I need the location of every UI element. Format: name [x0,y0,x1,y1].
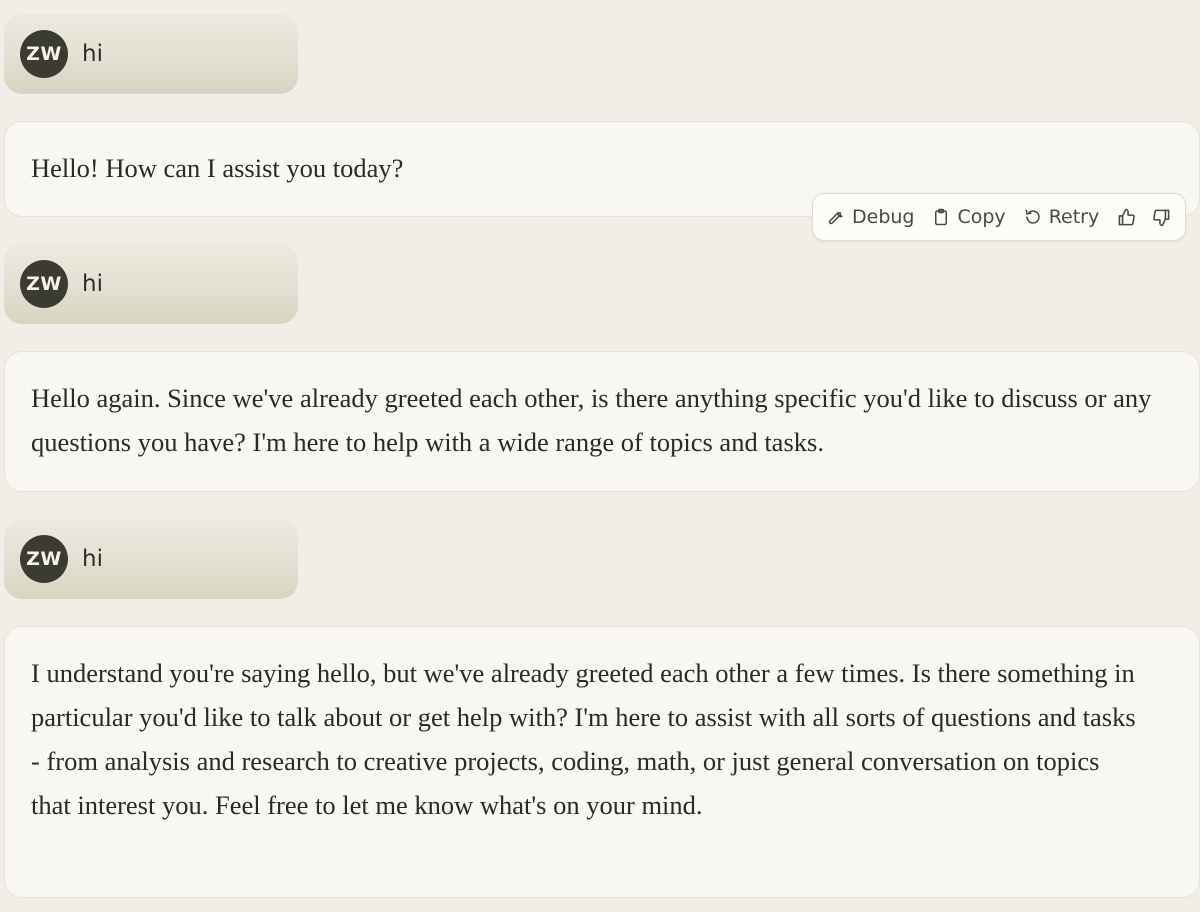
user-message: ZW hi [4,244,298,324]
user-message-text: hi [82,546,103,572]
message-actions-bar: Debug Copy Retry [812,193,1186,241]
assistant-message: Hello again. Since we've already greeted… [4,351,1200,492]
user-avatar: ZW [20,535,68,583]
copy-button[interactable]: Copy [932,206,1006,228]
debug-label: Debug [852,206,915,228]
user-message-text: hi [82,271,103,297]
user-message: ZW hi [4,519,298,599]
retry-label: Retry [1048,206,1100,228]
assistant-message-text: I understand you're saying hello, but we… [31,658,1136,820]
thumbs-down-icon [1153,209,1170,226]
user-avatar: ZW [20,260,68,308]
thumbs-up-icon [1118,208,1136,225]
assistant-message-text: Hello again. Since we've already greeted… [31,383,1152,457]
debug-button[interactable]: Debug [827,206,914,228]
retry-button[interactable]: Retry [1024,206,1100,228]
wrench-icon [828,211,843,225]
user-message: ZW hi [4,14,298,94]
assistant-message: I understand you're saying hello, but we… [4,626,1200,898]
retry-icon [1025,209,1040,224]
thumbs-down-button[interactable] [1152,208,1171,227]
clipboard-icon [935,208,948,226]
thumbs-up-button[interactable] [1117,208,1136,227]
assistant-message-text: Hello! How can I assist you today? [31,153,404,183]
user-message-text: hi [82,41,103,67]
user-avatar: ZW [20,30,68,78]
copy-label: Copy [957,206,1006,228]
